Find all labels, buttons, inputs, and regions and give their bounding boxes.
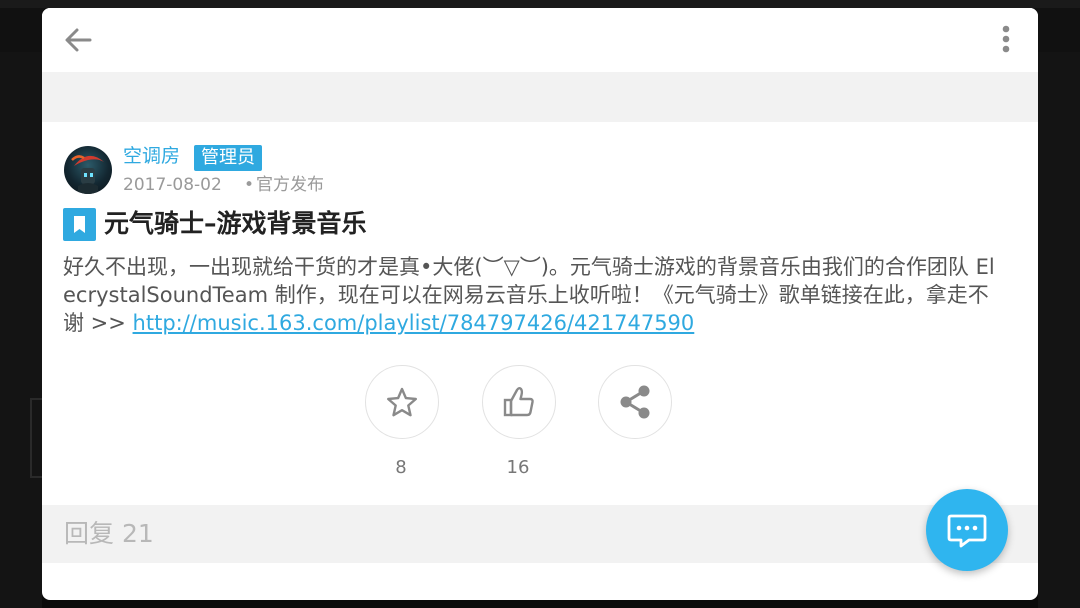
background-right-panel: [1038, 52, 1080, 608]
knight-avatar-icon: [71, 155, 104, 194]
comment-fab-button[interactable]: [926, 489, 1008, 571]
favorite-count: 8: [395, 457, 407, 478]
arrow-left-icon: [65, 28, 92, 52]
like-button[interactable]: [482, 365, 556, 439]
like-count: 16: [506, 457, 530, 478]
post-type-label: 官方发布: [256, 175, 324, 195]
comment-icon: [947, 514, 987, 548]
back-button[interactable]: [60, 22, 96, 58]
share-icon: [620, 385, 650, 419]
background-left-panel: [0, 52, 42, 608]
more-vertical-icon: [1002, 25, 1010, 53]
author-avatar[interactable]: [64, 146, 112, 194]
background-top-strip: [0, 0, 1080, 8]
post-body: 好久不出现，一出现就给干货的才是真•大佬(︶▽︶)。元气骑士游戏的背景音乐由我们…: [63, 253, 1007, 337]
author-name[interactable]: 空调房: [123, 144, 180, 168]
post-dialog: 空调房 管理员 2017-08-02 • 官方发布 元气骑士–游戏背景音乐 好久…: [42, 8, 1038, 600]
share-button[interactable]: [598, 365, 672, 439]
reply-header-bar: [42, 505, 1038, 563]
more-options-button[interactable]: [992, 22, 1020, 58]
thumbs-up-icon: [503, 387, 534, 417]
admin-badge: 管理员: [194, 145, 262, 171]
post-date: 2017-08-02: [123, 175, 222, 195]
header-separator-band: [42, 72, 1038, 122]
meta-separator: •: [244, 175, 255, 195]
playlist-link[interactable]: http://music.163.com/playlist/784797426/…: [133, 311, 695, 335]
reply-count-label: 回复 21: [64, 519, 154, 548]
top-bar: [42, 8, 1038, 72]
bookmark-icon: [63, 208, 96, 241]
favorite-button[interactable]: [365, 365, 439, 439]
star-icon: [387, 387, 417, 417]
post-title: 元气骑士–游戏背景音乐: [104, 209, 367, 238]
